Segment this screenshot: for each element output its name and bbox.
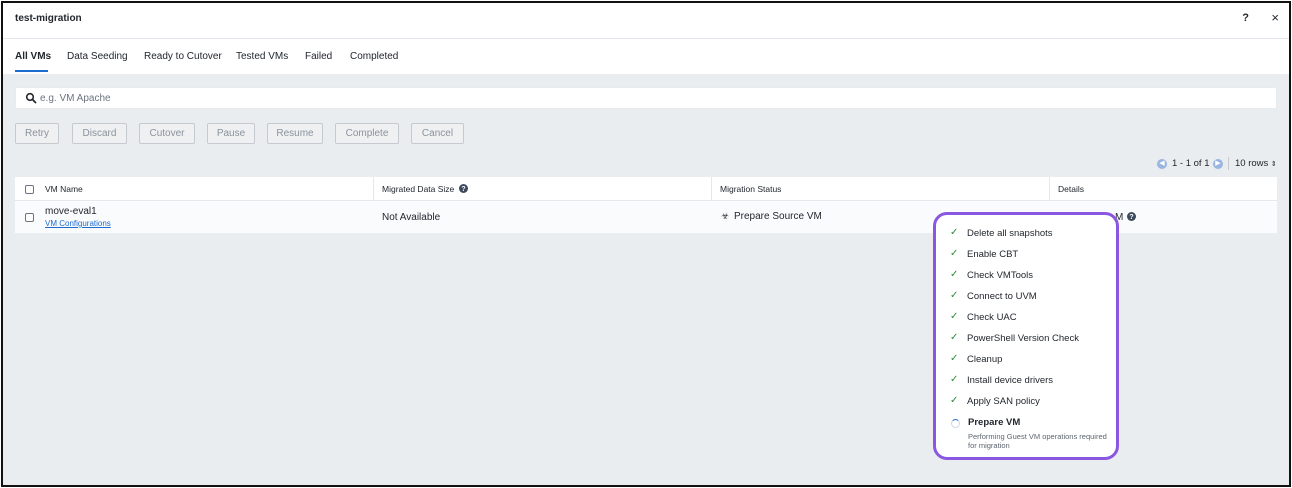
rows-per-page-select[interactable]: 10 rows ⇕: [1235, 158, 1277, 169]
step-label: Check UAC: [967, 312, 1017, 323]
cutover-button[interactable]: Cutover: [139, 123, 195, 144]
column-migrated-data-size-label: Migrated Data Size: [382, 184, 455, 194]
rows-per-page-label: 10 rows: [1235, 158, 1269, 169]
step-description: Performing Guest VM operations required …: [968, 432, 1107, 450]
step-label: Enable CBT: [967, 249, 1019, 260]
search-icon: [25, 92, 37, 104]
migration-steps-popover: ✓ Delete all snapshots ✓ Enable CBT ✓ Ch…: [933, 212, 1119, 460]
tab-tested-vms[interactable]: Tested VMs: [236, 51, 288, 62]
resume-button[interactable]: Resume: [267, 123, 323, 144]
column-divider: [373, 177, 374, 201]
tab-data-seeding[interactable]: Data Seeding: [67, 51, 128, 62]
active-tab-indicator: [15, 70, 48, 72]
cancel-button[interactable]: Cancel: [411, 123, 464, 144]
checkmark-icon: ✓: [950, 332, 959, 343]
step-label: Apply SAN policy: [967, 396, 1040, 407]
svg-text:?: ?: [461, 186, 465, 193]
checkmark-icon: ✓: [950, 269, 959, 280]
step-label: Connect to UVM: [967, 291, 1037, 302]
retry-button[interactable]: Retry: [15, 123, 59, 144]
column-divider: [1049, 177, 1050, 201]
migrated-data-size: Not Available: [382, 212, 441, 223]
search-box: [15, 87, 1277, 109]
tab-all-vms[interactable]: All VMs: [15, 51, 51, 62]
checkmark-icon: ✓: [950, 290, 959, 301]
pause-button[interactable]: Pause: [207, 123, 255, 144]
checkmark-icon: ✓: [950, 395, 959, 406]
checkmark-icon: ✓: [950, 311, 959, 322]
pagination: ◀ 1 - 1 of 1 ▶ 10 rows ⇕: [1157, 157, 1277, 172]
next-page-icon[interactable]: ▶: [1213, 159, 1223, 169]
sort-arrows-icon: ⇕: [1270, 161, 1277, 168]
checkmark-icon: ✓: [950, 374, 959, 385]
discard-button[interactable]: Discard: [72, 123, 127, 144]
search-input[interactable]: [40, 90, 1240, 106]
step-label: Check VMTools: [967, 270, 1033, 281]
vm-configurations-link[interactable]: VM Configurations: [45, 219, 111, 228]
checkmark-icon: ✓: [950, 353, 959, 364]
page-range: 1 - 1 of 1: [1172, 158, 1210, 169]
column-details[interactable]: Details: [1058, 177, 1084, 201]
tab-failed[interactable]: Failed: [305, 51, 332, 62]
vm-name: move-eval1: [45, 206, 97, 217]
column-vm-name[interactable]: VM Name: [45, 177, 83, 201]
migration-window: test-migration ? × All VMs Data Seeding …: [1, 1, 1291, 487]
svg-text:?: ?: [1129, 214, 1133, 221]
checkmark-icon: ✓: [950, 248, 959, 259]
row-checkbox[interactable]: [25, 213, 34, 222]
column-migration-status[interactable]: Migration Status: [720, 177, 781, 201]
column-migrated-data-size[interactable]: Migrated Data Size ?: [382, 177, 468, 201]
tab-ready-to-cutover[interactable]: Ready to Cutover: [144, 51, 222, 62]
status-cluster-icon: ☣: [721, 211, 730, 221]
migration-status-label: Prepare Source VM: [734, 211, 822, 222]
title-bar: test-migration ? ×: [3, 3, 1289, 39]
close-icon[interactable]: ×: [1271, 10, 1279, 25]
spinner-icon: [951, 419, 960, 428]
column-divider: [711, 177, 712, 201]
checkmark-icon: ✓: [950, 227, 959, 238]
pager-divider: [1228, 157, 1229, 170]
tab-bar: All VMs Data Seeding Ready to Cutover Te…: [3, 40, 1289, 74]
select-all-checkbox[interactable]: [25, 185, 34, 194]
complete-button[interactable]: Complete: [335, 123, 399, 144]
page-title: test-migration: [15, 13, 82, 24]
step-label: Cleanup: [967, 354, 1003, 365]
help-circle-icon[interactable]: ?: [458, 184, 468, 193]
help-icon[interactable]: ?: [1242, 12, 1249, 24]
table-header: VM Name Migrated Data Size ? Migration S…: [15, 177, 1277, 201]
step-label: PowerShell Version Check: [967, 333, 1079, 344]
migration-status[interactable]: ☣ Prepare Source VM: [721, 211, 822, 222]
step-label: Prepare VM: [968, 417, 1021, 428]
prev-page-icon[interactable]: ◀: [1157, 159, 1167, 169]
tab-completed[interactable]: Completed: [350, 51, 398, 62]
step-label: Install device drivers: [967, 375, 1054, 386]
step-label: Delete all snapshots: [967, 228, 1053, 239]
help-circle-icon[interactable]: ?: [1127, 212, 1137, 221]
